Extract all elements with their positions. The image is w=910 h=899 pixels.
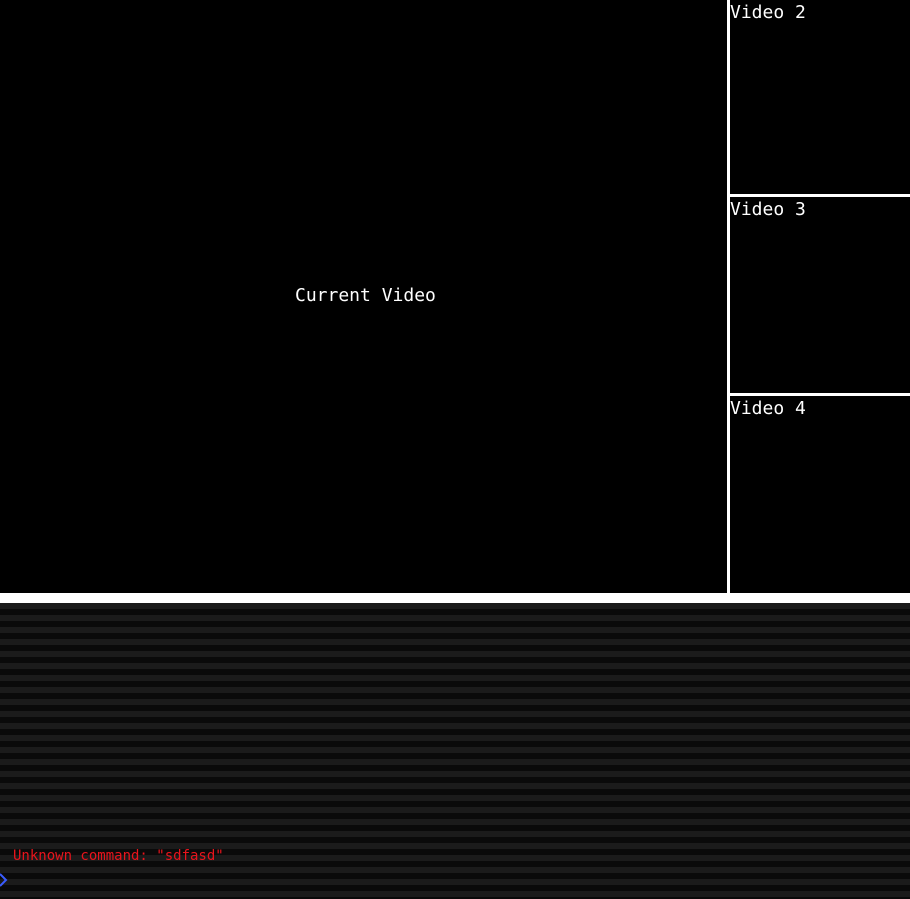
current-video-label: Current Video <box>295 285 436 306</box>
panel-divider-bar <box>0 593 910 603</box>
video-thumbnail-label: Video 3 <box>730 199 806 220</box>
current-video-panel[interactable]: Current Video <box>0 0 727 593</box>
console-error-message: Unknown command: "sdfasd" <box>13 848 224 864</box>
console-command-input[interactable] <box>12 871 892 889</box>
video-thumbnail-label: Video 2 <box>730 2 806 23</box>
video-thumbnail-2[interactable]: Video 2 <box>730 0 910 194</box>
video-thumbnail-4[interactable]: Video 4 <box>730 396 910 593</box>
app-root: Current Video Video 2 Video 3 Video 4 Un… <box>0 0 910 899</box>
video-thumbnail-label: Video 4 <box>730 398 806 419</box>
console-panel: Unknown command: "sdfasd" <box>0 603 910 899</box>
video-thumbnail-3[interactable]: Video 3 <box>730 197 910 393</box>
chevron-right-icon <box>0 873 8 887</box>
